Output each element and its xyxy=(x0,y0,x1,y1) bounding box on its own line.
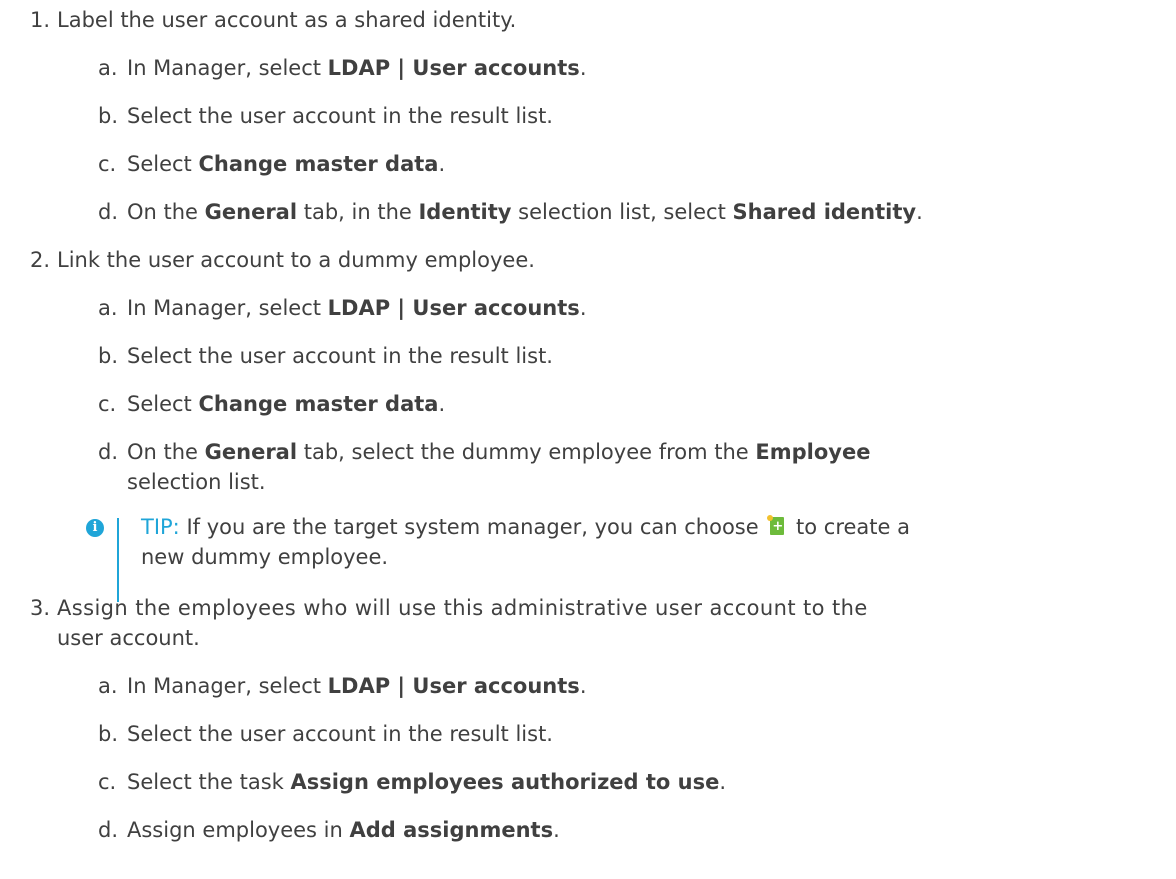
substep-2b: b. Select the user account in the result… xyxy=(0,332,1176,380)
ui-term-change-master-data: Change master data xyxy=(198,152,439,176)
substep-letter: d. xyxy=(98,200,119,224)
text-segment: . xyxy=(438,152,446,176)
substep-text: In Manager, select LDAP | User accounts. xyxy=(127,296,587,320)
ui-term-change-master-data: Change master data xyxy=(198,392,439,416)
step-text: user account. xyxy=(57,626,200,650)
substep-letter: c. xyxy=(98,770,117,794)
tip-label: TIP: xyxy=(141,515,180,539)
substep-text: Select Change master data. xyxy=(127,152,445,176)
substep-letter: d. xyxy=(98,440,119,464)
text-segment: . xyxy=(438,392,446,416)
ui-term-assign-employees: Assign employees authorized to use xyxy=(290,770,720,794)
step-text: Assign the employees who will use this a… xyxy=(57,596,868,620)
step-1-line: 1. Label the user account as a shared id… xyxy=(0,0,1176,44)
tip-text: to create a xyxy=(789,515,910,539)
procedure-document: 1. Label the user account as a shared id… xyxy=(0,0,1176,854)
substep-letter: a. xyxy=(98,296,118,320)
text-segment: Select xyxy=(127,392,199,416)
substep-letter: a. xyxy=(98,56,118,80)
substep-3b: b. Select the user account in the result… xyxy=(0,710,1176,758)
substep-2c: c. Select Change master data. xyxy=(0,380,1176,428)
text-segment: tab, in the xyxy=(297,200,419,224)
text-segment: . xyxy=(579,674,587,698)
step-number: 3. xyxy=(29,596,50,620)
text-segment: . xyxy=(916,200,923,224)
substep-text: Select the task Assign employees authori… xyxy=(127,770,726,794)
ui-term-general: General xyxy=(204,440,298,464)
step-3-continuation: user account. xyxy=(0,623,1176,662)
substep-3c: c. Select the task Assign employees auth… xyxy=(0,758,1176,806)
text-segment: In Manager, select xyxy=(127,296,328,320)
step-text: Link the user account to a dummy employe… xyxy=(57,248,535,272)
step-number: 1. xyxy=(29,8,50,32)
text-segment: On the xyxy=(127,200,205,224)
new-document-icon: + xyxy=(767,515,785,537)
step-number: 2. xyxy=(29,248,50,272)
ui-path-ldap-user-accounts: LDAP | User accounts xyxy=(327,296,580,320)
step-2-line: 2. Link the user account to a dummy empl… xyxy=(0,236,1176,284)
substep-text: On the General tab, select the dummy emp… xyxy=(127,440,870,494)
text-segment: Assign employees in xyxy=(127,818,350,842)
ui-term-add-assignments: Add assignments xyxy=(349,818,554,842)
step-3: 3. Assign the employees who will use thi… xyxy=(0,584,1176,854)
text-segment: . xyxy=(553,818,560,842)
substep-letter: d. xyxy=(98,818,119,842)
substep-text: Select the user account in the result li… xyxy=(127,722,553,746)
substep-letter: c. xyxy=(98,152,117,176)
text-segment: On the xyxy=(127,440,205,464)
ui-term-general: General xyxy=(204,200,298,224)
text-segment: selection list, select xyxy=(511,200,733,224)
text-segment: In Manager, select xyxy=(127,674,328,698)
substep-3a: a. In Manager, select LDAP | User accoun… xyxy=(0,662,1176,710)
info-icon: i xyxy=(86,519,104,537)
substep-2d: d. On the General tab, select the dummy … xyxy=(0,428,1176,506)
text-segment: . xyxy=(579,296,587,320)
substep-letter: b. xyxy=(98,104,119,128)
substep-letter: b. xyxy=(98,344,119,368)
tip-text: If you are the target system manager, yo… xyxy=(179,515,766,539)
ui-path-ldap-user-accounts: LDAP | User accounts xyxy=(327,56,580,80)
substep-text: Select Change master data. xyxy=(127,392,445,416)
ui-term-employee: Employee xyxy=(755,440,871,464)
tip-text: new dummy employee. xyxy=(141,545,389,569)
substep-1c: c. Select Change master data. xyxy=(0,140,1176,188)
substep-text: Select the user account in the result li… xyxy=(127,104,553,128)
substep-1b: b. Select the user account in the result… xyxy=(0,92,1176,140)
substep-text: In Manager, select LDAP | User accounts. xyxy=(127,674,587,698)
substep-letter: c. xyxy=(98,392,117,416)
ui-term-shared-identity: Shared identity xyxy=(732,200,917,224)
substep-text: In Manager, select LDAP | User accounts. xyxy=(127,56,587,80)
substep-1d: d. On the General tab, in the Identity s… xyxy=(0,188,1176,236)
substep-letter: a. xyxy=(98,674,118,698)
text-segment: selection list. xyxy=(127,470,266,494)
step-3-line: 3. Assign the employees who will use thi… xyxy=(0,584,1176,623)
substep-1a: a. In Manager, select LDAP | User accoun… xyxy=(0,44,1176,92)
text-segment: . xyxy=(719,770,727,794)
step-1: 1. Label the user account as a shared id… xyxy=(0,0,1176,236)
step-text: Label the user account as a shared ident… xyxy=(57,8,517,32)
text-segment: In Manager, select xyxy=(127,56,328,80)
tip-callout: i TIP: If you are the target system mana… xyxy=(86,512,1141,602)
text-segment: tab, select the dummy employee from the xyxy=(297,440,756,464)
substep-3d: d. Assign employees in Add assignments. xyxy=(0,806,1176,854)
ui-term-identity: Identity xyxy=(418,200,512,224)
text-segment: . xyxy=(579,56,587,80)
step-2: 2. Link the user account to a dummy empl… xyxy=(0,236,1176,602)
substep-text: On the General tab, in the Identity sele… xyxy=(127,200,923,224)
text-segment: Select the task xyxy=(127,770,291,794)
ui-path-ldap-user-accounts: LDAP | User accounts xyxy=(327,674,580,698)
text-segment: Select xyxy=(127,152,199,176)
substep-letter: b. xyxy=(98,722,119,746)
substep-text: Assign employees in Add assignments. xyxy=(127,818,560,842)
substep-2a: a. In Manager, select LDAP | User accoun… xyxy=(0,284,1176,332)
substep-text: Select the user account in the result li… xyxy=(127,344,553,368)
